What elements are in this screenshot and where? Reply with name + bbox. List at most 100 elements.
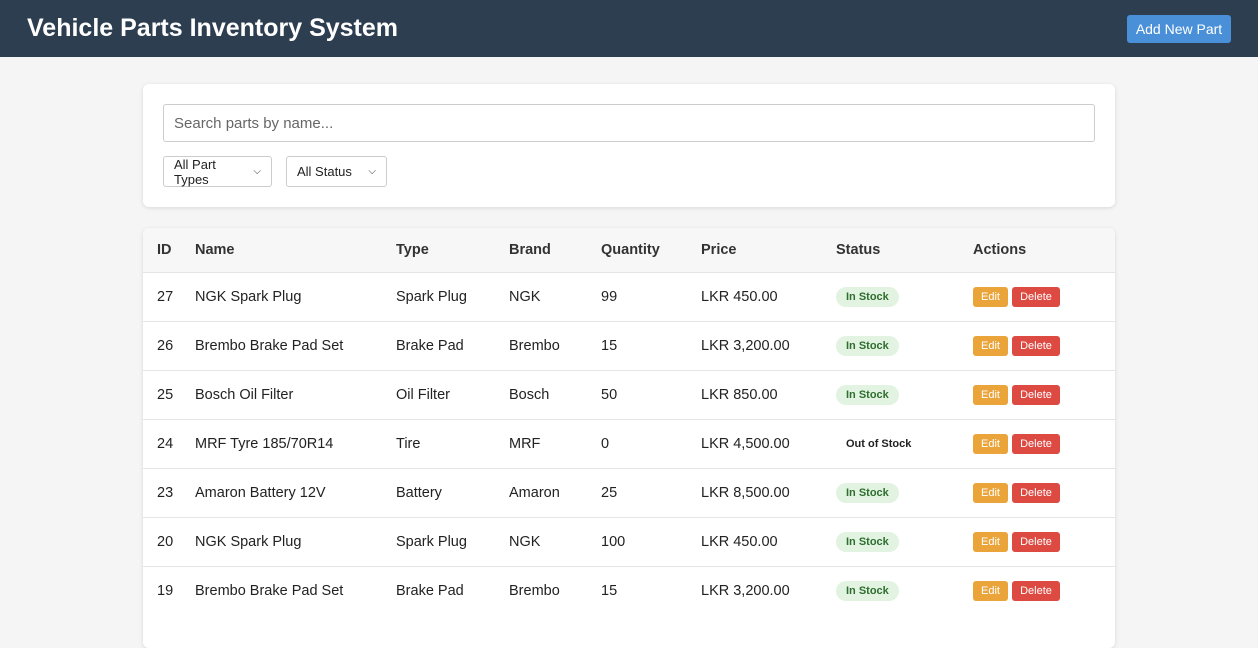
table-row: 25 Bosch Oil Filter Oil Filter Bosch 50 LKR 8… (143, 370, 1115, 419)
cell-id: 23 (157, 484, 174, 501)
column-header-actions: Actions (973, 241, 1027, 258)
cell-id: 25 (157, 386, 174, 403)
cell-price: LKR 3,200.00 (701, 337, 790, 354)
cell-brand: Brembo (509, 337, 560, 354)
cell-name: MRF Tyre 185/70R14 (195, 435, 334, 452)
status-badge: In Stock (836, 286, 899, 307)
table-row: 23 Amaron Battery 12V Battery Amaron 25 LKR 8… (143, 468, 1115, 517)
cell-brand: Brembo (509, 582, 560, 599)
cell-price: LKR 8,500.00 (701, 484, 790, 501)
edit-button[interactable]: Edit (973, 580, 1008, 601)
cell-brand: NGK (509, 288, 541, 305)
status-badge: In Stock (836, 482, 899, 503)
delete-button[interactable]: Delete (1012, 433, 1060, 454)
table-row: 20 NGK Spark Plug Spark Plug NGK 100 LKR 450.… (143, 517, 1115, 566)
delete-button[interactable]: Delete (1012, 286, 1060, 307)
cell-type: Brake Pad (396, 582, 464, 599)
cell-type: Oil Filter (396, 386, 450, 403)
column-header-id: ID (157, 241, 172, 258)
chevron-down-icon: ⌵ (253, 166, 261, 177)
cell-price: LKR 3,200.00 (701, 582, 790, 599)
edit-button[interactable]: Edit (973, 433, 1008, 454)
cell-name: NGK Spark Plug (195, 533, 302, 550)
column-header-price: Price (701, 241, 737, 258)
cell-type: Battery (396, 484, 442, 501)
status-select[interactable]: All Status ⌵ (286, 156, 387, 187)
cell-id: 24 (157, 435, 174, 452)
cell-quantity: 15 (601, 337, 618, 354)
cell-actions: Edit Delete (973, 468, 1115, 517)
table-row: 19 Brembo Brake Pad Set Brake Pad Brembo 15 L… (143, 566, 1115, 615)
part-type-select[interactable]: All Part Types ⌵ (163, 156, 272, 187)
cell-quantity: 15 (601, 582, 618, 599)
parts-table: ID Name Type Brand Quantity Price Status… (143, 228, 1115, 615)
delete-button[interactable]: Delete (1012, 531, 1060, 552)
part-type-select-value: All Part Types (174, 156, 216, 187)
cell-status: In Stock (836, 468, 973, 517)
column-header-quantity: Quantity (601, 241, 660, 258)
page-title: Vehicle Parts Inventory System (27, 14, 399, 42)
search-input[interactable] (163, 104, 1095, 142)
cell-name: Amaron Battery 12V (195, 484, 326, 501)
parts-table-panel: ID Name Type Brand Quantity Price Status… (143, 228, 1115, 648)
cell-type: Spark Plug (396, 288, 467, 305)
cell-quantity: 50 (601, 386, 618, 403)
delete-button[interactable]: Delete (1012, 335, 1060, 356)
cell-name: Brembo Brake Pad Set (195, 337, 344, 354)
table-row: 24 MRF Tyre 185/70R14 Tire MRF 0 LKR 4,500.00… (143, 419, 1115, 468)
cell-name: Brembo Brake Pad Set (195, 582, 344, 599)
cell-quantity: 0 (601, 435, 610, 452)
status-badge: Out of Stock (846, 437, 912, 450)
cell-id: 19 (157, 582, 174, 599)
cell-price: LKR 4,500.00 (701, 435, 790, 452)
column-header-brand: Brand (509, 241, 551, 258)
edit-button[interactable]: Edit (973, 482, 1008, 503)
column-header-status: Status (836, 241, 881, 258)
edit-button[interactable]: Edit (973, 286, 1008, 307)
delete-button[interactable]: Delete (1012, 482, 1060, 503)
cell-actions: Edit Delete (973, 272, 1115, 321)
cell-status: In Stock (836, 517, 973, 566)
delete-button[interactable]: Delete (1012, 580, 1060, 601)
status-badge: In Stock (836, 580, 899, 601)
edit-button[interactable]: Edit (973, 335, 1008, 356)
column-header-name: Name (195, 241, 235, 258)
cell-id: 27 (157, 288, 174, 305)
column-header-type: Type (396, 241, 429, 258)
cell-type: Brake Pad (396, 337, 464, 354)
cell-brand: Amaron (509, 484, 560, 501)
cell-name: Bosch Oil Filter (195, 386, 294, 403)
cell-quantity: 25 (601, 484, 618, 501)
cell-price: LKR 850.00 (701, 386, 778, 403)
cell-actions: Edit Delete (973, 419, 1115, 468)
add-new-part-button[interactable]: Add New Part (1127, 14, 1231, 43)
cell-price: LKR 450.00 (701, 288, 778, 305)
chevron-down-icon: ⌵ (368, 166, 376, 177)
cell-brand: MRF (509, 435, 541, 452)
cell-status: In Stock (836, 370, 973, 419)
table-row: 26 Brembo Brake Pad Set Brake Pad Brembo 15 L… (143, 321, 1115, 370)
status-badge: In Stock (836, 531, 899, 552)
cell-brand: NGK (509, 533, 541, 550)
delete-button[interactable]: Delete (1012, 384, 1060, 405)
cell-name: NGK Spark Plug (195, 288, 302, 305)
cell-quantity: 100 (601, 533, 626, 550)
cell-brand: Bosch (509, 386, 550, 403)
cell-id: 20 (157, 533, 174, 550)
edit-button[interactable]: Edit (973, 384, 1008, 405)
cell-price: LKR 450.00 (701, 533, 778, 550)
cell-status: Out of Stock (836, 419, 973, 468)
table-row: 27 NGK Spark Plug Spark Plug NGK 99 LKR 450.0… (143, 272, 1115, 321)
cell-type: Tire (396, 435, 421, 452)
cell-id: 26 (157, 337, 174, 354)
cell-status: In Stock (836, 566, 973, 615)
status-badge: In Stock (836, 384, 899, 405)
status-badge: In Stock (836, 335, 899, 356)
cell-quantity: 99 (601, 288, 618, 305)
cell-actions: Edit Delete (973, 566, 1115, 615)
cell-type: Spark Plug (396, 533, 467, 550)
table-header-row: ID Name Type Brand Quantity Price Status… (143, 228, 1115, 272)
app-header: Vehicle Parts Inventory System Add New P… (0, 0, 1258, 57)
cell-status: In Stock (836, 272, 973, 321)
edit-button[interactable]: Edit (973, 531, 1008, 552)
